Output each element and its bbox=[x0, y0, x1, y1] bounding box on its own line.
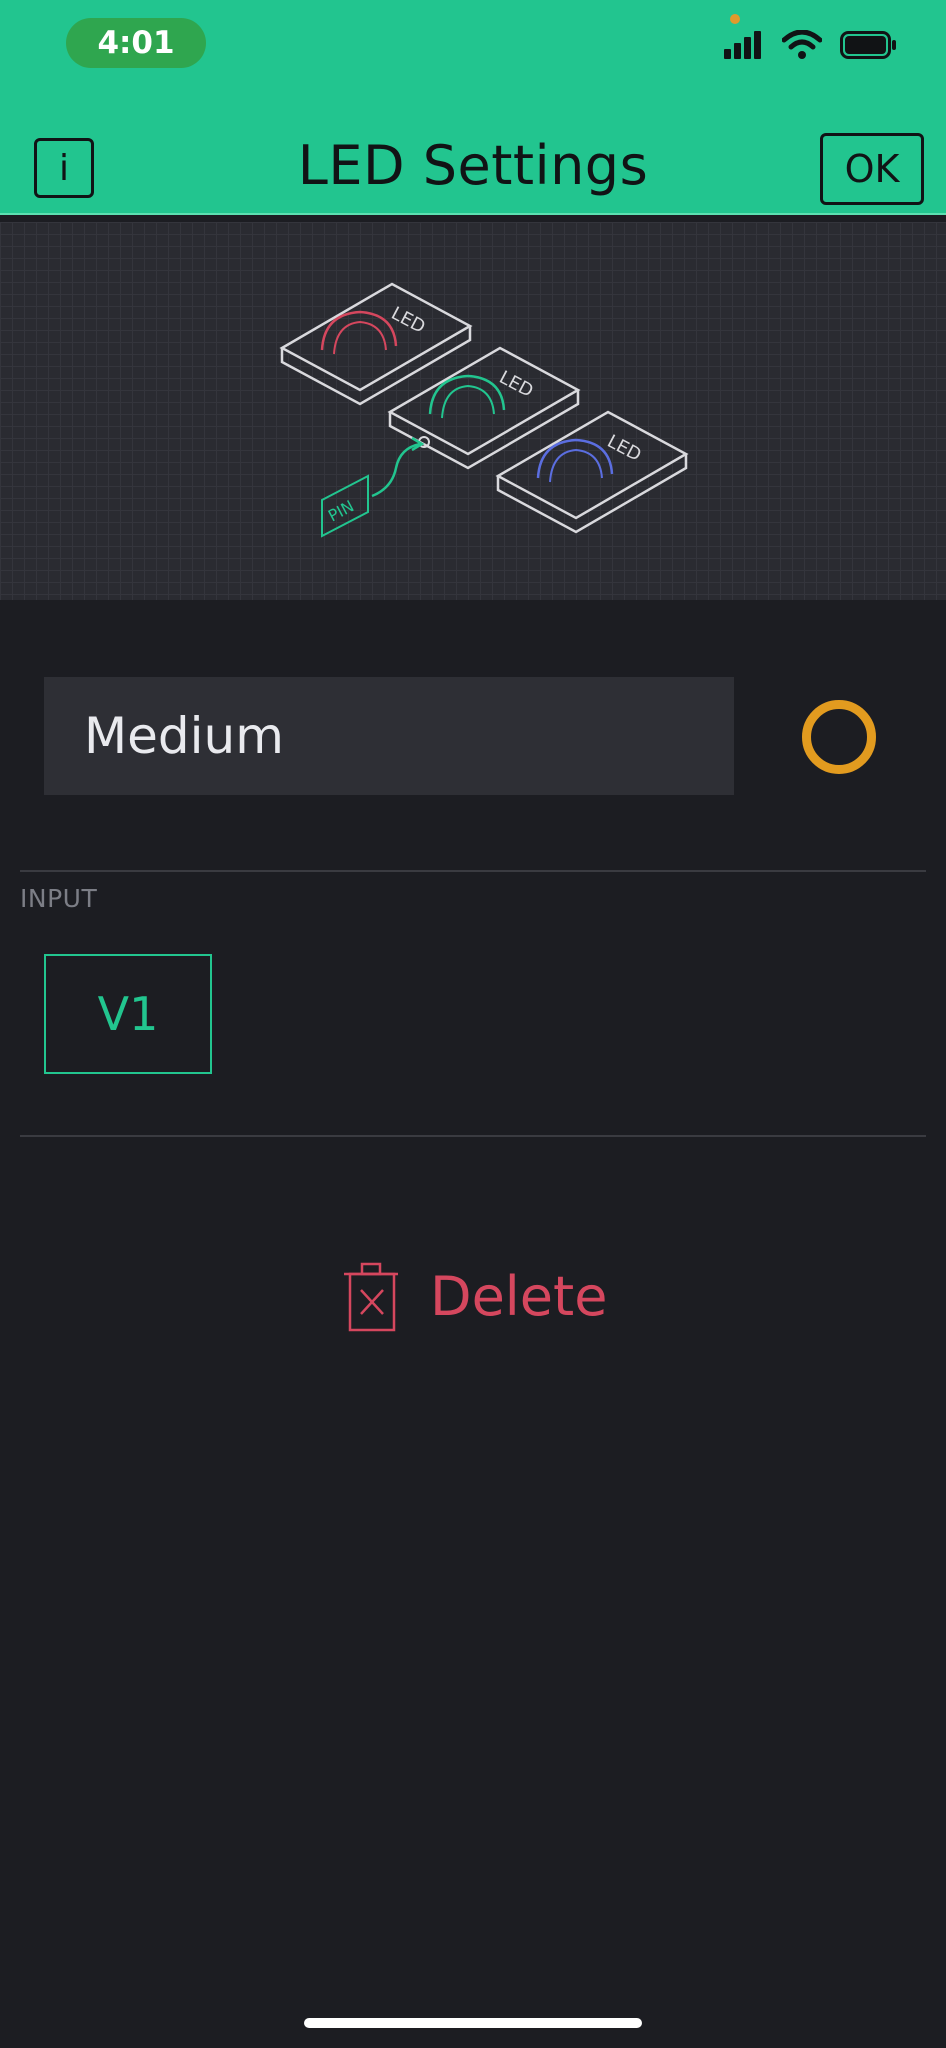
pin-connector: PIN bbox=[321, 436, 430, 538]
home-indicator[interactable] bbox=[304, 2018, 642, 2028]
delete-button[interactable]: Delete bbox=[338, 1256, 607, 1336]
divider-bottom bbox=[20, 1135, 926, 1137]
header-bar: 4:01 i LED Settings OK bbox=[0, 0, 946, 215]
led-illustration: LED LED LED PIN bbox=[0, 222, 946, 600]
widget-name-input[interactable] bbox=[44, 677, 734, 795]
cellular-signal-icon bbox=[724, 31, 761, 59]
delete-label: Delete bbox=[430, 1264, 608, 1328]
led-blue-module: LED bbox=[495, 410, 689, 534]
header-divider bbox=[0, 213, 946, 215]
wifi-icon bbox=[782, 30, 822, 59]
battery-icon bbox=[840, 31, 896, 59]
trash-icon bbox=[344, 1262, 398, 1332]
input-section-label: INPUT bbox=[20, 884, 98, 913]
divider-top bbox=[20, 870, 926, 872]
led-widget-illustration: LED LED LED PIN bbox=[279, 282, 689, 538]
privacy-indicator bbox=[730, 14, 740, 24]
color-picker-button[interactable] bbox=[802, 700, 876, 774]
status-icons bbox=[724, 30, 898, 60]
led-settings-screen: 4:01 i LED Settings OK LED LED LED PIN M… bbox=[0, 0, 946, 2048]
page-title: LED Settings bbox=[297, 134, 649, 197]
status-time: 4:01 bbox=[66, 18, 206, 68]
ok-button[interactable]: OK bbox=[820, 133, 924, 205]
pin-select-button[interactable]: V1 bbox=[44, 954, 212, 1074]
